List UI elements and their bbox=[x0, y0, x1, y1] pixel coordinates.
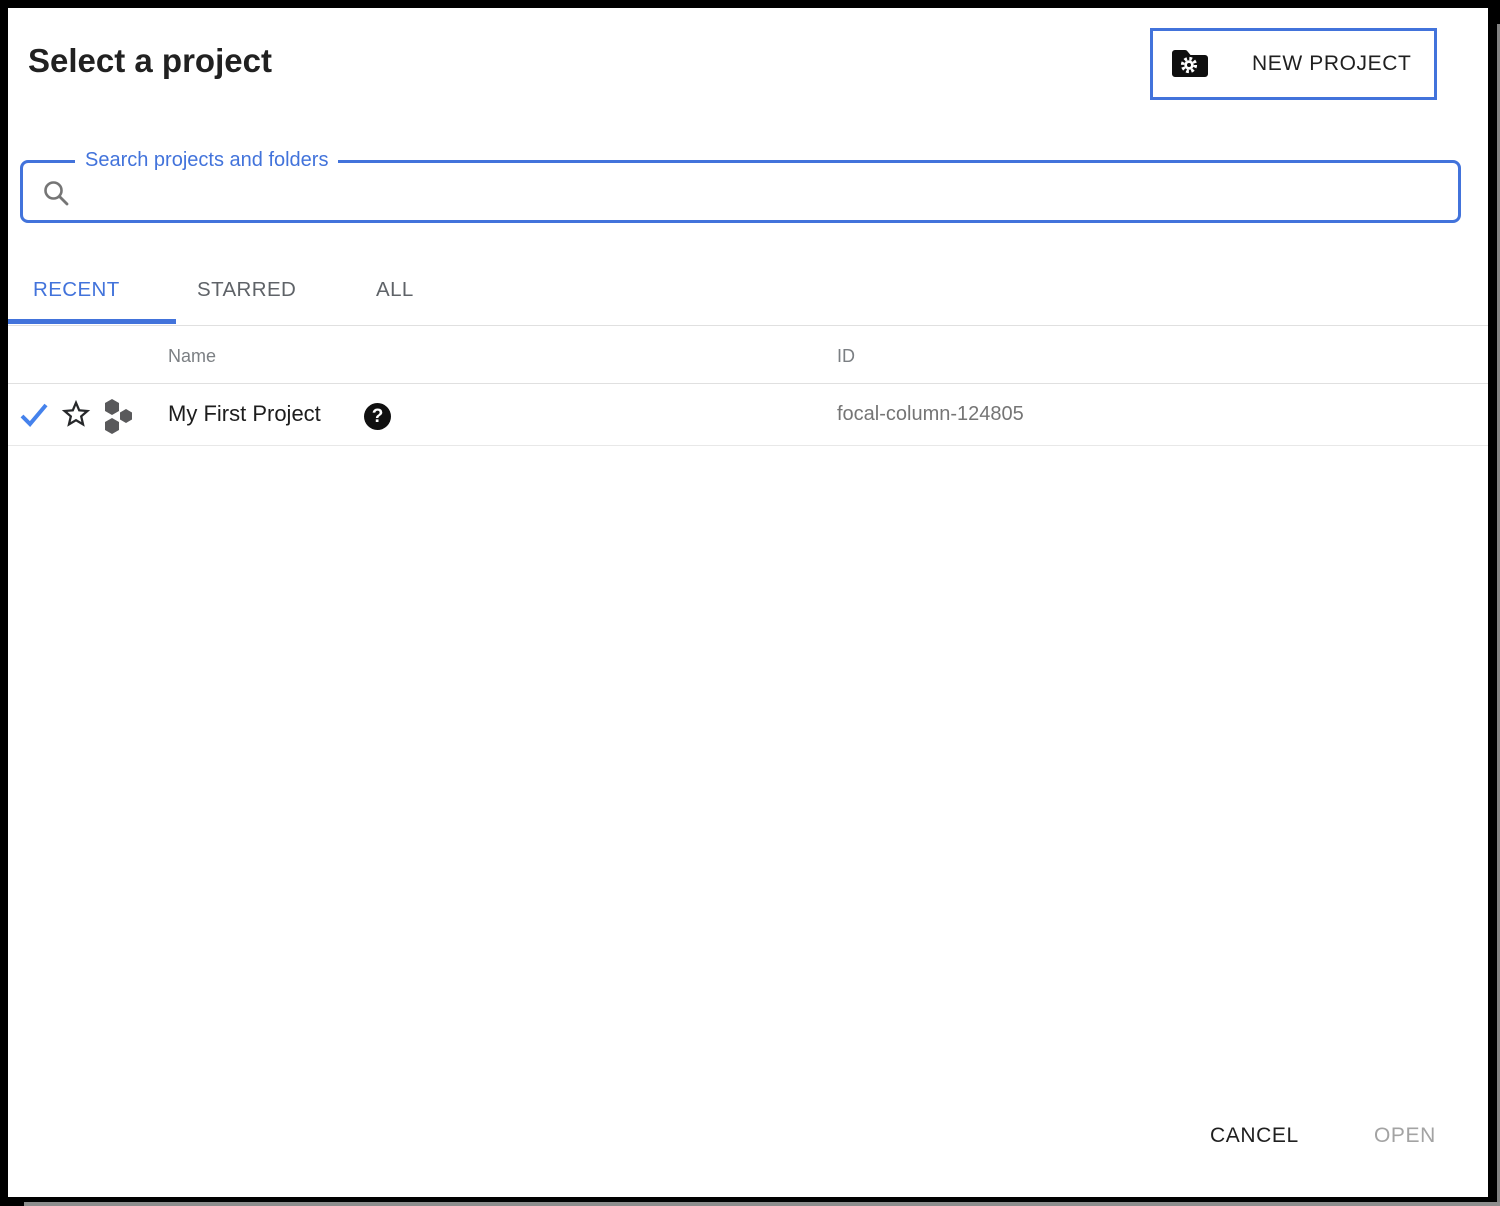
project-row[interactable]: My First Project ? focal-column-124805 bbox=[8, 384, 1488, 446]
search-input[interactable] bbox=[23, 163, 1458, 220]
star-outline-icon[interactable] bbox=[59, 397, 93, 436]
column-header-id: ID bbox=[837, 346, 855, 367]
open-button[interactable]: OPEN bbox=[1360, 1112, 1450, 1160]
check-icon bbox=[19, 401, 49, 434]
project-name: My First Project bbox=[168, 401, 321, 427]
search-field: Search projects and folders bbox=[20, 160, 1461, 223]
folder-gear-icon bbox=[1170, 48, 1210, 80]
project-id: focal-column-124805 bbox=[837, 403, 1024, 426]
cancel-button[interactable]: CANCEL bbox=[1196, 1112, 1313, 1160]
column-header-name: Name bbox=[168, 346, 216, 367]
tab-all-label: ALL bbox=[376, 278, 414, 302]
tab-recent[interactable]: RECENT bbox=[8, 255, 176, 325]
active-tab-indicator bbox=[8, 319, 176, 324]
tabs-bar: RECENT STARRED ALL bbox=[8, 255, 1488, 326]
new-project-button[interactable]: NEW PROJECT bbox=[1150, 28, 1437, 100]
select-project-dialog: Select a project NEW PROJECT Search proj… bbox=[8, 8, 1488, 1197]
backdrop-edge-bottom bbox=[24, 1202, 1500, 1206]
tab-recent-label: RECENT bbox=[33, 278, 120, 302]
tab-starred[interactable]: STARRED bbox=[176, 255, 336, 325]
new-project-label: NEW PROJECT bbox=[1252, 52, 1411, 76]
question-circle-icon[interactable]: ? bbox=[364, 403, 391, 430]
tab-starred-label: STARRED bbox=[197, 278, 296, 302]
dialog-title: Select a project bbox=[28, 42, 272, 80]
project-hexagons-icon bbox=[101, 394, 137, 441]
tab-all[interactable]: ALL bbox=[336, 255, 456, 325]
